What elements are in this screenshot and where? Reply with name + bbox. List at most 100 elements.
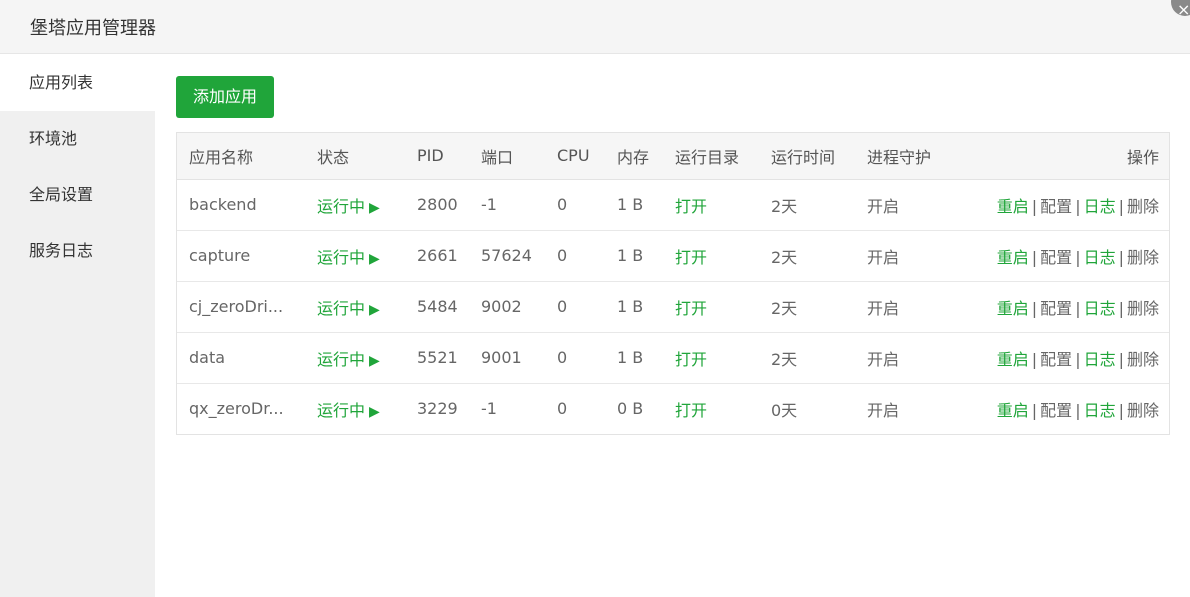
mem-cell: 1 B bbox=[617, 195, 644, 214]
main-content: 添加应用 应用名称 状态 PID 端口 CPU 内存 运行目录 运行时间 进程守… bbox=[155, 55, 1190, 597]
config-button[interactable]: 配置 bbox=[1040, 401, 1072, 420]
restart-button[interactable]: 重启 bbox=[997, 299, 1029, 318]
app-name: capture bbox=[189, 246, 251, 265]
log-button[interactable]: 日志 bbox=[1084, 248, 1116, 267]
port-cell: -1 bbox=[481, 195, 497, 214]
open-dir-link[interactable]: 打开 bbox=[663, 230, 759, 281]
ops-cell: 重启 | 配置 | 日志 | 删除 bbox=[955, 332, 1169, 383]
app-name: cj_zeroDri... bbox=[189, 297, 284, 316]
pid-cell: 3229 bbox=[417, 399, 458, 419]
table-row: data 运行中 ▶ 5521 9001 0 1 B 打开 2天 开启 重启 | 配置 | 日志 | 删除 bbox=[177, 332, 1169, 383]
pid-cell: 2800 bbox=[417, 195, 458, 214]
app-name: backend bbox=[189, 195, 257, 214]
separator: | bbox=[1075, 196, 1081, 216]
log-button[interactable]: 日志 bbox=[1084, 401, 1116, 420]
separator: | bbox=[1031, 247, 1038, 267]
table-row: backend 运行中 ▶ 2800 -1 0 1 B 打开 2天 开启 重启 | 配置 | 日志 | 删除 bbox=[177, 179, 1169, 230]
mem-cell: 1 B bbox=[617, 348, 644, 367]
add-app-button[interactable]: 添加应用 bbox=[176, 76, 274, 118]
mem-cell: 0 B bbox=[617, 399, 644, 419]
restart-button[interactable]: 重启 bbox=[997, 350, 1029, 369]
config-button[interactable]: 配置 bbox=[1040, 248, 1072, 267]
close-icon: × bbox=[1177, 0, 1190, 19]
sidebar-item-app-list[interactable]: 应用列表 bbox=[0, 55, 155, 111]
open-dir-link[interactable]: 打开 bbox=[663, 332, 759, 383]
window-title: 堡塔应用管理器 bbox=[30, 18, 156, 39]
pid-cell: 5484 bbox=[417, 297, 458, 316]
delete-button[interactable]: 删除 bbox=[1127, 299, 1159, 318]
config-button[interactable]: 配置 bbox=[1040, 350, 1072, 369]
separator: | bbox=[1031, 298, 1038, 318]
status-text: 运行中 bbox=[317, 400, 366, 420]
run-time-cell: 2天 bbox=[771, 247, 798, 267]
mem-cell: 1 B bbox=[617, 297, 644, 316]
play-icon: ▶ bbox=[369, 301, 380, 318]
open-dir-link[interactable]: 打开 bbox=[663, 179, 759, 230]
header-time: 运行时间 bbox=[759, 133, 855, 180]
ops-cell: 重启 | 配置 | 日志 | 删除 bbox=[955, 281, 1169, 332]
sidebar-item-global-settings[interactable]: 全局设置 bbox=[0, 167, 155, 223]
port-cell: -1 bbox=[481, 399, 497, 419]
open-dir-link[interactable]: 打开 bbox=[663, 383, 759, 434]
log-button[interactable]: 日志 bbox=[1084, 350, 1116, 369]
status-text: 运行中 bbox=[317, 247, 366, 267]
app-name: qx_zeroDr... bbox=[189, 399, 284, 419]
header-ops: 操作 bbox=[955, 133, 1169, 180]
sidebar-item-service-log[interactable]: 服务日志 bbox=[0, 223, 155, 279]
run-time-cell: 2天 bbox=[771, 298, 798, 318]
header-name: 应用名称 bbox=[177, 133, 305, 180]
cpu-cell: 0 bbox=[557, 348, 568, 367]
status-cell[interactable]: 运行中 ▶ bbox=[305, 332, 405, 383]
separator: | bbox=[1118, 298, 1124, 318]
guard-cell: 开启 bbox=[867, 298, 900, 318]
separator: | bbox=[1118, 349, 1124, 369]
table-row: qx_zeroDr... 运行中 ▶ 3229 -1 0 0 B 打开 0天 开启 重启 | 配置 | 日志… bbox=[177, 383, 1169, 434]
play-icon: ▶ bbox=[369, 352, 380, 369]
status-cell[interactable]: 运行中 ▶ bbox=[305, 179, 405, 230]
cpu-cell: 0 bbox=[557, 246, 568, 265]
separator: | bbox=[1031, 349, 1038, 369]
status-cell[interactable]: 运行中 ▶ bbox=[305, 281, 405, 332]
mem-cell: 1 B bbox=[617, 246, 644, 265]
restart-button[interactable]: 重启 bbox=[997, 401, 1029, 420]
sidebar-item-env-pool[interactable]: 环境池 bbox=[0, 111, 155, 167]
port-cell: 57624 bbox=[481, 246, 532, 265]
open-dir-link[interactable]: 打开 bbox=[663, 281, 759, 332]
delete-button[interactable]: 删除 bbox=[1127, 350, 1159, 369]
status-text: 运行中 bbox=[317, 349, 366, 369]
separator: | bbox=[1118, 196, 1124, 216]
run-time-cell: 0天 bbox=[771, 400, 798, 420]
header-mem: 内存 bbox=[605, 133, 663, 180]
port-cell: 9001 bbox=[481, 348, 522, 367]
pid-cell: 5521 bbox=[417, 348, 458, 367]
cpu-cell: 0 bbox=[557, 399, 568, 419]
log-button[interactable]: 日志 bbox=[1084, 299, 1116, 318]
delete-button[interactable]: 删除 bbox=[1127, 197, 1159, 216]
run-time-cell: 2天 bbox=[771, 196, 798, 216]
status-cell[interactable]: 运行中 ▶ bbox=[305, 383, 405, 434]
config-button[interactable]: 配置 bbox=[1040, 299, 1072, 318]
separator: | bbox=[1118, 400, 1124, 420]
header-guard: 进程守护 bbox=[855, 133, 955, 180]
table-row: cj_zeroDri... 运行中 ▶ 5484 9002 0 1 B 打开 2天 开启 重启 | 配置… bbox=[177, 281, 1169, 332]
delete-button[interactable]: 删除 bbox=[1127, 248, 1159, 267]
ops-cell: 重启 | 配置 | 日志 | 删除 bbox=[955, 230, 1169, 281]
app-table: 应用名称 状态 PID 端口 CPU 内存 运行目录 运行时间 进程守护 操作 … bbox=[176, 132, 1170, 435]
separator: | bbox=[1031, 196, 1038, 216]
play-icon: ▶ bbox=[369, 403, 380, 420]
separator: | bbox=[1031, 400, 1038, 420]
header-cpu: CPU bbox=[545, 133, 605, 180]
separator: | bbox=[1118, 247, 1124, 267]
restart-button[interactable]: 重启 bbox=[997, 248, 1029, 267]
port-cell: 9002 bbox=[481, 297, 522, 316]
restart-button[interactable]: 重启 bbox=[997, 197, 1029, 216]
config-button[interactable]: 配置 bbox=[1040, 197, 1072, 216]
log-button[interactable]: 日志 bbox=[1084, 197, 1116, 216]
header-dir: 运行目录 bbox=[663, 133, 759, 180]
table-header-row: 应用名称 状态 PID 端口 CPU 内存 运行目录 运行时间 进程守护 操作 bbox=[177, 133, 1169, 180]
ops-cell: 重启 | 配置 | 日志 | 删除 bbox=[955, 383, 1169, 434]
status-cell[interactable]: 运行中 ▶ bbox=[305, 230, 405, 281]
guard-cell: 开启 bbox=[867, 196, 900, 216]
ops-cell: 重启 | 配置 | 日志 | 删除 bbox=[955, 179, 1169, 230]
delete-button[interactable]: 删除 bbox=[1127, 401, 1159, 420]
